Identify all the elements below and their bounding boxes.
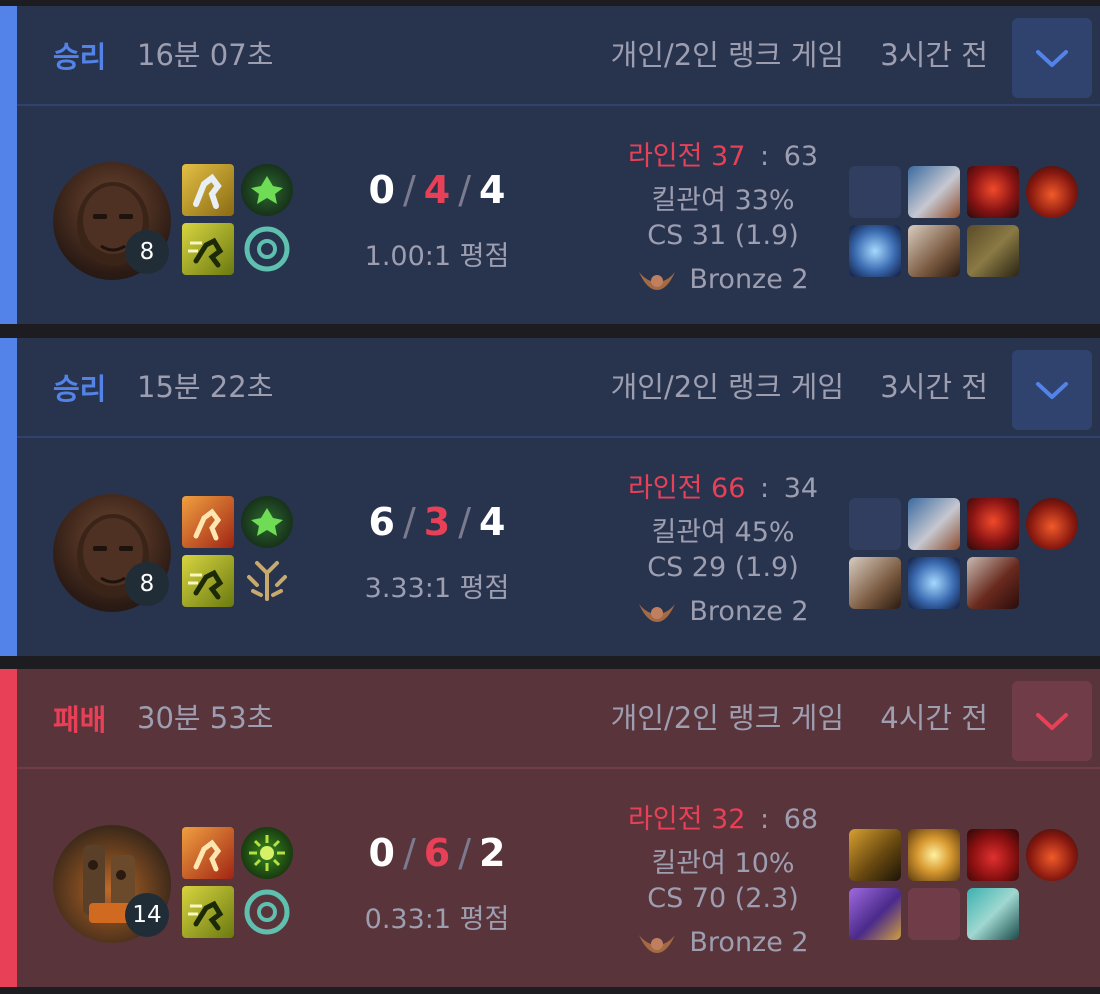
match-result: 패배	[53, 703, 107, 737]
item-tiamat-icon[interactable]	[908, 498, 960, 550]
kill-participation: 킬관여 45%	[651, 517, 795, 548]
win-indicator-stripe	[0, 6, 17, 324]
match-body: 14 0/6/2 0.33:1 평점 라인전 32 : 68 킬관여 10% C…	[17, 769, 1100, 987]
win-indicator-stripe	[0, 338, 17, 656]
creep-score: CS 29 (1.9)	[647, 552, 799, 583]
expand-button[interactable]	[1012, 350, 1092, 430]
item-mercury-treads-icon[interactable]	[849, 888, 901, 940]
item-plated-steelcaps-icon[interactable]	[967, 557, 1019, 609]
item-oracle-lens-icon[interactable]	[1026, 498, 1078, 550]
bronze-emblem-icon	[639, 934, 676, 953]
champion-level-badge: 14	[125, 893, 169, 937]
match-result: 승리	[53, 40, 107, 74]
match-header: 승리 15분 22초 개인/2인 랭크 게임 3시간 전	[17, 338, 1100, 438]
match-card-1[interactable]: 승리 16분 07초 개인/2인 랭크 게임 3시간 전 8 0/4/4 1.0…	[0, 6, 1100, 324]
kills: 6	[368, 500, 395, 544]
time-ago: 3시간 전	[880, 370, 988, 404]
deaths: 6	[423, 831, 451, 875]
match-duration: 30분 53초	[137, 701, 274, 735]
summoner-spell-ignite-icon	[182, 496, 234, 548]
creep-score: CS 70 (2.3)	[647, 883, 799, 914]
item-golden-armor-icon[interactable]	[849, 829, 901, 881]
match-duration: 16분 07초	[137, 38, 274, 72]
match-card-3[interactable]: 패배 30분 53초 개인/2인 랭크 게임 4시간 전 14 0/6/2 0.…	[0, 669, 1100, 987]
chevron-down-icon	[1036, 50, 1068, 67]
match-body: 8 0/4/4 1.00:1 평점 라인전 37 : 63 킬관여 33% CS…	[17, 106, 1100, 324]
kda-score: 6/3/4	[368, 500, 506, 544]
item-tiamat-icon[interactable]	[908, 166, 960, 218]
chevron-down-icon	[1036, 382, 1068, 399]
champion-level-badge: 8	[125, 562, 169, 606]
item-slot-empty[interactable]	[849, 498, 901, 550]
bronze-emblem-icon	[639, 271, 676, 290]
kills: 0	[368, 831, 395, 875]
item-slot-empty[interactable]	[908, 888, 960, 940]
item-oracle-lens-icon[interactable]	[1026, 166, 1078, 218]
lane-phase-score: 라인전 37 : 63	[627, 141, 819, 172]
match-header: 승리 16분 07초 개인/2인 랭크 게임 3시간 전	[17, 6, 1100, 106]
expand-button[interactable]	[1012, 18, 1092, 98]
rune-secondary-resolve-icon	[241, 223, 293, 275]
item-sun-emblem-icon[interactable]	[908, 829, 960, 881]
rune-keystone-aftershock-icon	[241, 827, 293, 879]
kills: 0	[368, 168, 395, 212]
kda-score: 0/4/4	[368, 168, 506, 212]
chevron-down-icon	[1036, 713, 1068, 730]
rune-secondary-precision-icon	[241, 555, 293, 607]
item-oracle-lens-icon[interactable]	[1026, 829, 1078, 881]
assists: 4	[479, 500, 506, 544]
rune-keystone-grasp-icon	[241, 496, 293, 548]
match-card-2[interactable]: 승리 15분 22초 개인/2인 랭크 게임 3시간 전 8 6/3/4 3.3…	[0, 338, 1100, 656]
item-sunfire-icon[interactable]	[967, 166, 1019, 218]
expand-button[interactable]	[1012, 681, 1092, 761]
rune-secondary-resolve-icon	[241, 886, 293, 938]
creep-score: CS 31 (1.9)	[647, 220, 799, 251]
summoner-spell-flash-icon	[182, 223, 234, 275]
kda-score: 0/6/2	[368, 831, 506, 875]
bronze-emblem-icon	[639, 603, 676, 622]
lane-phase-score: 라인전 32 : 68	[627, 804, 819, 835]
kill-participation: 킬관여 10%	[651, 848, 795, 879]
item-refillable-potion-icon[interactable]	[967, 829, 1019, 881]
summoner-spell-flash-icon	[182, 555, 234, 607]
item-cloth-armor-icon[interactable]	[849, 557, 901, 609]
item-sunfire-icon[interactable]	[967, 498, 1019, 550]
match-result: 승리	[53, 372, 107, 406]
match-header: 패배 30분 53초 개인/2인 랭크 게임 4시간 전	[17, 669, 1100, 769]
time-ago: 4시간 전	[880, 701, 988, 735]
loss-indicator-stripe	[0, 669, 17, 987]
average-tier: Bronze 2	[573, 927, 873, 958]
kill-participation: 킬관여 33%	[651, 185, 795, 216]
deaths: 4	[423, 168, 451, 212]
item-boots-icon[interactable]	[967, 225, 1019, 277]
assists: 4	[479, 168, 506, 212]
kda-ratio: 1.00:1 평점	[364, 241, 510, 272]
champion-level-badge: 8	[125, 230, 169, 274]
match-duration: 15분 22초	[137, 370, 274, 404]
item-slot-empty[interactable]	[849, 166, 901, 218]
kda-ratio: 0.33:1 평점	[364, 904, 510, 935]
time-ago: 3시간 전	[880, 38, 988, 72]
summoner-spell-ghost-icon	[182, 164, 234, 216]
match-body: 8 6/3/4 3.33:1 평점 라인전 66 : 34 킬관여 45% CS…	[17, 438, 1100, 656]
kda-ratio: 3.33:1 평점	[364, 573, 510, 604]
item-cloth-armor-icon[interactable]	[908, 225, 960, 277]
item-glacial-icon[interactable]	[849, 225, 901, 277]
lane-phase-score: 라인전 66 : 34	[627, 473, 819, 504]
queue-type: 개인/2인 랭크 게임	[610, 701, 844, 735]
rune-keystone-grasp-icon	[241, 164, 293, 216]
average-tier: Bronze 2	[573, 264, 873, 295]
queue-type: 개인/2인 랭크 게임	[610, 370, 844, 404]
summoner-spell-flash-icon	[182, 886, 234, 938]
item-glacial-icon[interactable]	[908, 557, 960, 609]
queue-type: 개인/2인 랭크 게임	[610, 38, 844, 72]
summoner-spell-ignite-icon	[182, 827, 234, 879]
deaths: 3	[423, 500, 451, 544]
average-tier: Bronze 2	[573, 596, 873, 627]
assists: 2	[479, 831, 506, 875]
item-frozen-heart-icon[interactable]	[967, 888, 1019, 940]
